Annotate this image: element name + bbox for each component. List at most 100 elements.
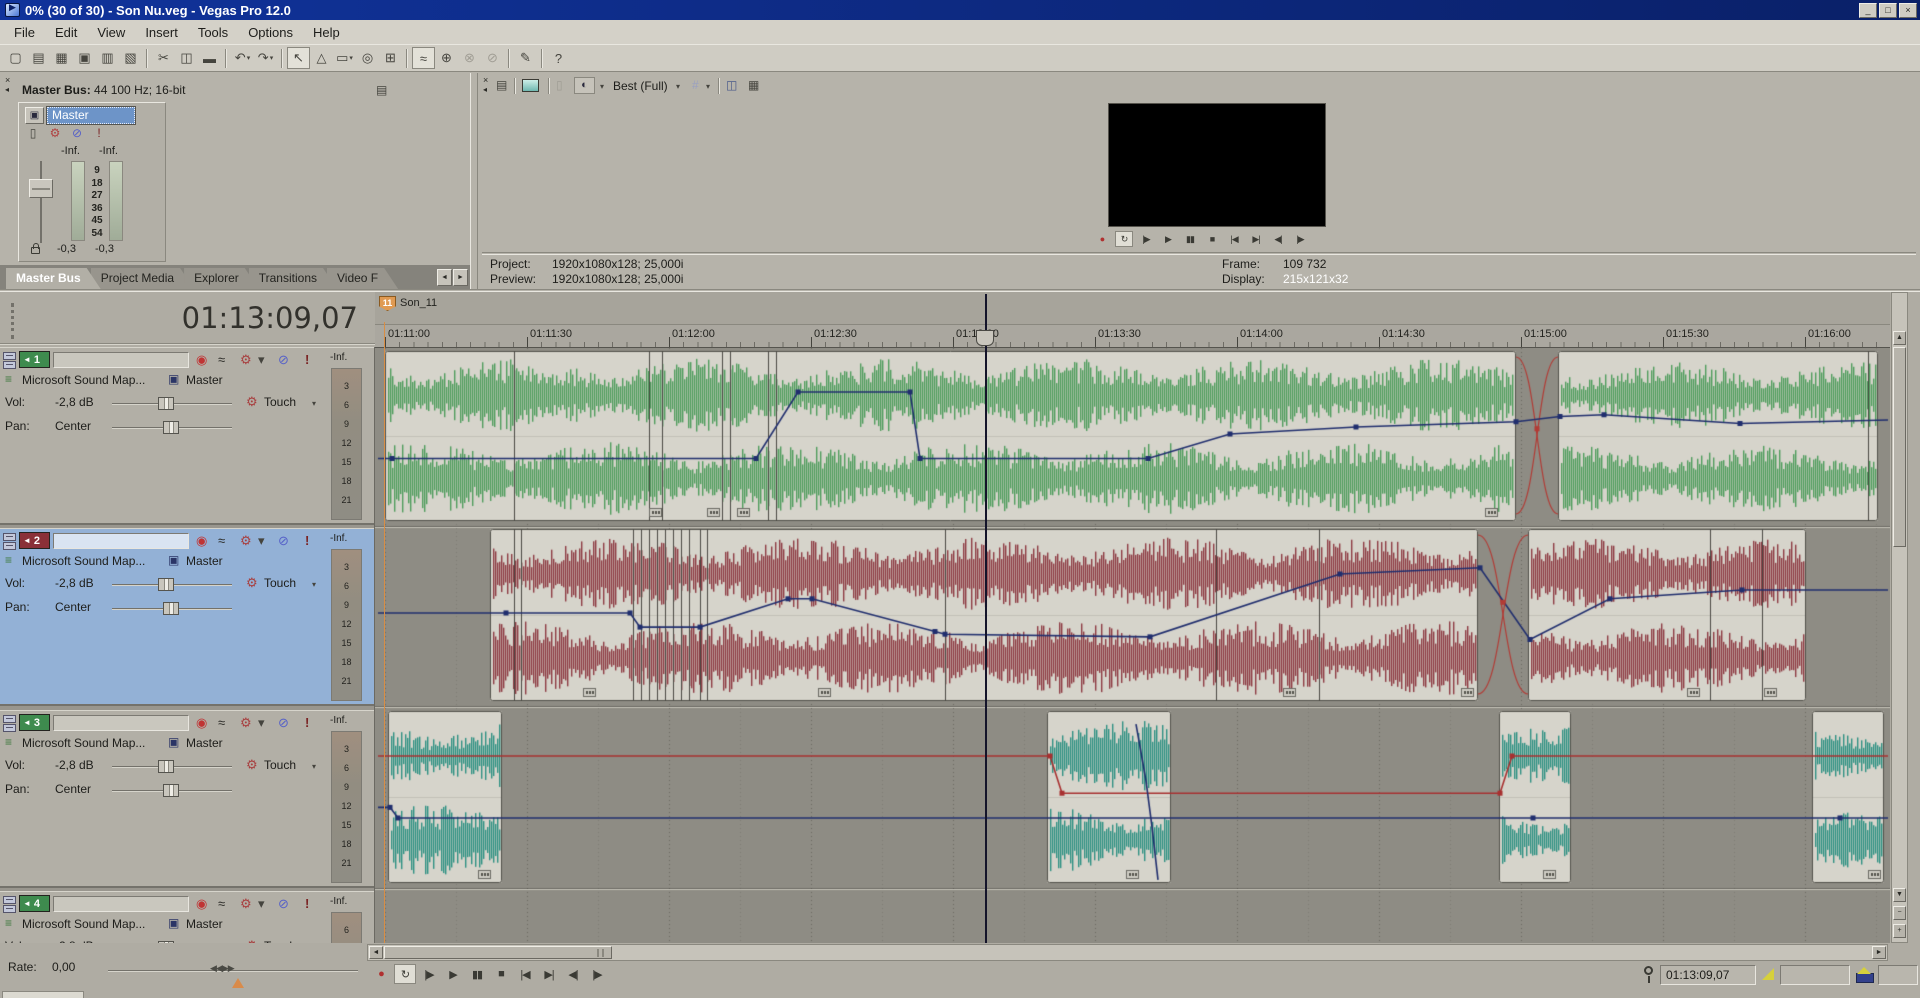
zoom-edit-tool-button[interactable]: ◎ <box>356 47 379 69</box>
scroll-down-button[interactable]: ▼ <box>1893 888 1906 902</box>
track-name-field[interactable] <box>53 533 189 549</box>
track-envelope-button[interactable]: ≈ <box>218 715 225 730</box>
chevron-down-icon[interactable]: ▾ <box>600 82 604 91</box>
menu-options[interactable]: Options <box>238 22 303 43</box>
track-fx-button[interactable]: ⚙ <box>240 715 252 730</box>
external-monitor-icon[interactable] <box>522 79 539 92</box>
scroll-left-button[interactable]: ◄ <box>369 946 383 959</box>
solo-button[interactable]: ! <box>305 533 309 548</box>
device-name[interactable]: Microsoft Sound Map... <box>22 917 145 931</box>
copy-snapshot-icon[interactable]: ◫ <box>726 78 737 92</box>
track-fx-dropdown[interactable]: ▾ <box>258 533 265 548</box>
next-frame-button[interactable]: |▶ <box>1291 231 1309 247</box>
mute-button[interactable]: ⊘ <box>69 126 85 140</box>
menu-insert[interactable]: Insert <box>135 22 188 43</box>
maximize-button[interactable]: □ <box>1879 3 1897 18</box>
automation-mode-label[interactable]: Touch <box>264 939 296 943</box>
whats-this-help-button[interactable]: ? <box>547 47 570 69</box>
play-from-start-button[interactable]: |▶ <box>1137 231 1155 247</box>
track-header-3[interactable]: ◄3◉≈⚙▾⊘!-Inf.≡Microsoft Sound Map...▣Mas… <box>0 710 374 888</box>
routing-icon[interactable]: ≡ <box>5 735 12 749</box>
paint-tool-button[interactable]: ✎ <box>514 47 537 69</box>
go-to-end-button[interactable]: ▶| <box>538 964 560 984</box>
master-bus-button[interactable]: ▣ <box>25 107 44 124</box>
mute-button[interactable]: ⊘ <box>278 352 289 367</box>
track-fx-button[interactable]: ⚙ <box>240 352 252 367</box>
import-media-button[interactable]: ▥ <box>96 47 119 69</box>
pin-icon[interactable]: ◂ <box>483 86 487 94</box>
close-button[interactable]: × <box>1899 3 1917 18</box>
pan-slider-handle[interactable] <box>163 421 179 434</box>
preview-quality-label[interactable]: Best (Full) <box>613 79 668 93</box>
pin-icon[interactable]: ◂ <box>5 86 9 94</box>
video-fx-icon[interactable]: ▯ <box>556 78 563 92</box>
restore-track-button[interactable] <box>3 361 16 369</box>
tab-scroll-left[interactable]: ◄ <box>437 269 452 286</box>
marker-bar[interactable]: 11 Son_11 <box>375 292 1890 325</box>
pause-button[interactable]: ▮▮ <box>466 964 488 984</box>
go-to-start-button[interactable]: |◀ <box>514 964 536 984</box>
dock-splitter[interactable] <box>470 73 478 289</box>
record-arm-button[interactable]: ◉ <box>196 896 207 911</box>
save-button[interactable]: ▦ <box>50 47 73 69</box>
master-fader-handle[interactable] <box>29 179 53 198</box>
routing-icon[interactable]: ≡ <box>5 372 12 386</box>
new-project-button[interactable]: ▢ <box>4 47 27 69</box>
envelope-edit-tool-button[interactable]: △ <box>310 47 333 69</box>
chevron-down-icon[interactable]: ▾ <box>312 580 316 589</box>
bus-button[interactable]: ▣ <box>168 553 179 567</box>
marker-tag[interactable]: 11 <box>379 296 396 311</box>
dim-output-button[interactable]: ! <box>91 126 107 140</box>
previous-frame-button[interactable]: ◀| <box>562 964 584 984</box>
properties-button[interactable]: ▣ <box>73 47 96 69</box>
track-fx-button[interactable]: ⚙ <box>240 896 252 911</box>
chevron-down-icon[interactable]: ▾ <box>247 54 251 62</box>
zoom-in-tracks-button[interactable]: + <box>1893 924 1906 938</box>
bus-button[interactable]: ▣ <box>168 916 179 930</box>
bus-button[interactable]: ▣ <box>168 372 179 386</box>
track-header-2[interactable]: ◄2◉≈⚙▾⊘!-Inf.≡Microsoft Sound Map...▣Mas… <box>0 528 374 706</box>
bus-properties-icon[interactable]: ▤ <box>376 83 387 97</box>
pause-button[interactable]: ▮▮ <box>1181 231 1199 247</box>
track-header-4[interactable]: ◄4◉≈⚙▾⊘!-Inf.≡Microsoft Sound Map...▣Mas… <box>0 891 374 943</box>
minimize-track-button[interactable] <box>3 533 16 541</box>
pan-slider-handle[interactable] <box>163 784 179 797</box>
track-name-field[interactable] <box>53 715 189 731</box>
stop-button[interactable]: ■ <box>1203 231 1221 247</box>
zoom-out-tracks-button[interactable]: − <box>1893 906 1906 920</box>
chevron-down-icon[interactable]: ▾ <box>312 399 316 408</box>
menu-edit[interactable]: Edit <box>45 22 87 43</box>
preview-menu-icon[interactable]: ▤ <box>496 78 507 92</box>
automation-settings-button[interactable]: ⚙ <box>47 126 63 140</box>
automatic-crossfades-button[interactable]: ≈ <box>412 47 435 69</box>
restore-track-button[interactable] <box>3 905 16 913</box>
normal-edit-tool-button[interactable]: ↖ <box>287 47 310 69</box>
solo-button[interactable]: ! <box>305 715 309 730</box>
tab-transitions[interactable]: Transitions <box>249 268 337 289</box>
record-button[interactable]: ● <box>1093 231 1111 247</box>
menu-view[interactable]: View <box>87 22 135 43</box>
chevron-down-icon[interactable]: ▾ <box>349 54 353 62</box>
loop-playback-button[interactable]: ↻ <box>394 964 416 984</box>
tab-explorer[interactable]: Explorer <box>184 268 259 289</box>
next-frame-button[interactable]: |▶ <box>586 964 608 984</box>
routing-icon[interactable]: ≡ <box>5 916 12 930</box>
render-as-button[interactable]: ▧ <box>119 47 142 69</box>
minimize-button[interactable]: _ <box>1859 3 1877 18</box>
go-to-end-button[interactable]: ▶| <box>1247 231 1265 247</box>
device-name[interactable]: Microsoft Sound Map... <box>22 736 145 750</box>
track-name-field[interactable] <box>53 896 189 912</box>
mute-button[interactable]: ⊘ <box>278 533 289 548</box>
play-button[interactable]: ▶ <box>442 964 464 984</box>
tab-video-f[interactable]: Video F <box>327 268 398 289</box>
scroll-right-button[interactable]: ► <box>1872 946 1886 959</box>
minimize-track-button[interactable] <box>3 352 16 360</box>
loop-playback-button[interactable]: ↻ <box>1115 231 1133 247</box>
track-view-canvas[interactable] <box>375 348 1890 943</box>
record-arm-button[interactable]: ◉ <box>196 352 207 367</box>
tab-project-media[interactable]: Project Media <box>91 268 194 289</box>
volume-slider-handle[interactable] <box>158 397 174 410</box>
selection-edit-tool-button[interactable]: ▭▾ <box>333 47 356 69</box>
thumb-grip[interactable] <box>597 949 607 957</box>
multi-edit-tool-button[interactable]: ⊞ <box>379 47 402 69</box>
